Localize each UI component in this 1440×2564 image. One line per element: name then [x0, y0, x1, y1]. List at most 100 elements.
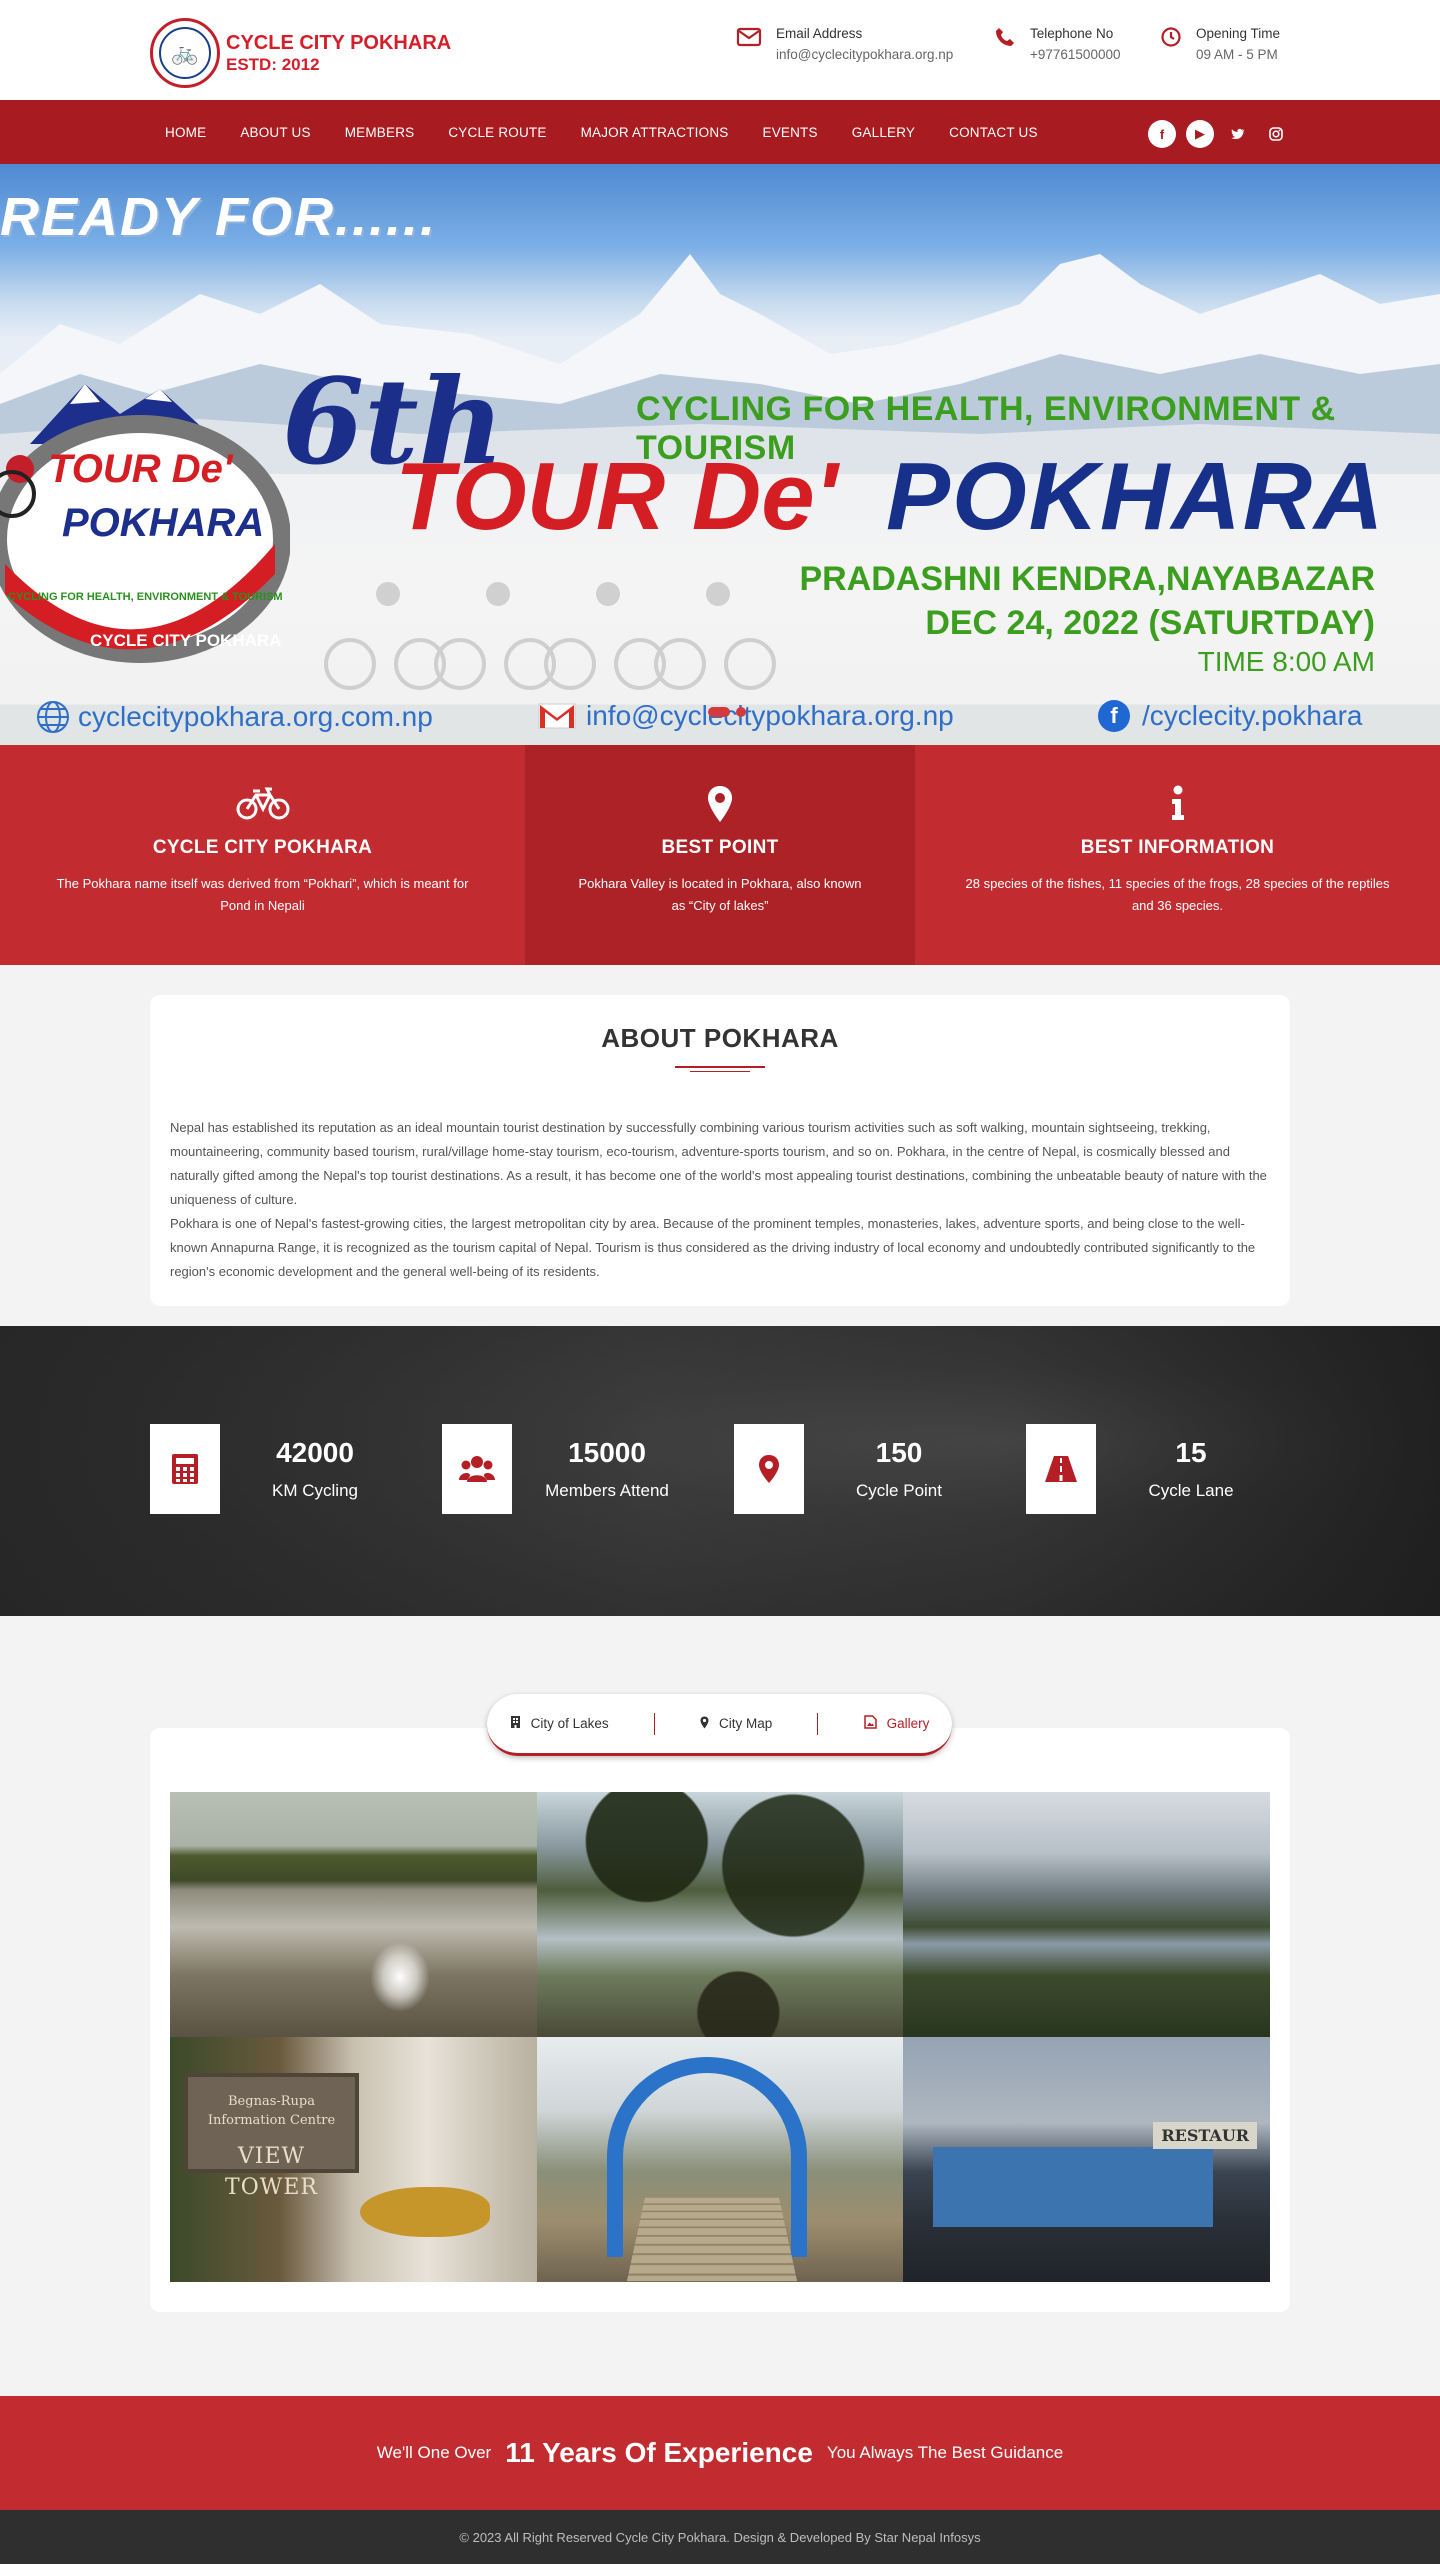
nav-home[interactable]: HOME	[148, 125, 223, 140]
nav-about-us[interactable]: ABOUT US	[223, 125, 327, 140]
gallery-grid: Begnas-Rupa Information Centre VIEW TOWE…	[170, 1792, 1270, 2283]
stat-item: 15000 Members Attend	[442, 1424, 702, 1515]
tab-gallery[interactable]: Gallery	[863, 1715, 930, 1732]
gallery-photo-restaurant[interactable]: RESTAUR	[903, 2037, 1270, 2283]
hero-venue: PRADASHNI KENDRA,NAYABAZAR	[799, 560, 1375, 598]
hero-date: DEC 24, 2022 (SATURTDAY)	[925, 604, 1375, 642]
feature-desc: Pokhara Valley is located in Pokhara, al…	[578, 876, 862, 914]
email-value[interactable]: info@cyclecitypokhara.org.np	[776, 47, 953, 62]
hero-ready-text: READY FOR......	[0, 187, 438, 247]
slider-dots	[708, 707, 746, 717]
stats-section: 42000 KM Cycling 15000 Members Attend 15…	[0, 1326, 1440, 1617]
top-header: 🚲 CYCLE CITY POKHARA ESTD: 2012 Email Ad…	[0, 0, 1440, 100]
sign-big-text: VIEW TOWER	[225, 2143, 318, 2200]
stat-label: Members Attend	[545, 1481, 669, 1501]
gallery-photo-river-valley[interactable]	[903, 1792, 1270, 2038]
tab-label: Gallery	[886, 1716, 930, 1732]
slider-dot-2[interactable]	[736, 707, 746, 717]
cyclists-silhouette	[324, 582, 776, 690]
hero-email-text: info@cyclecitypokhara.org.np	[586, 700, 954, 731]
about-heading: ABOUT POKHARA	[601, 1023, 839, 1053]
nav-gallery[interactable]: GALLERY	[835, 125, 932, 140]
phone-icon	[994, 26, 1016, 54]
social-links: f ▶	[1148, 120, 1290, 148]
tab-label: City of Lakes	[530, 1716, 609, 1732]
stat-label: Cycle Point	[856, 1481, 942, 1501]
gallery-photo-lake-trees[interactable]	[536, 1792, 904, 2038]
gallery-photo-lake[interactable]	[170, 1792, 537, 2038]
nav-cycle-route[interactable]: CYCLE ROUTE	[431, 125, 563, 140]
instagram-icon[interactable]	[1262, 120, 1290, 148]
twitter-icon[interactable]	[1224, 120, 1252, 148]
nav-major-attractions[interactable]: MAJOR ATTRACTIONS	[564, 125, 746, 140]
restaurant-sign: RESTAUR	[1153, 2122, 1258, 2150]
hours-title: Opening Time	[1196, 26, 1281, 41]
nav-events[interactable]: EVENTS	[745, 125, 834, 140]
fish-statue	[360, 2187, 490, 2238]
hero-title-blue: POKHARA	[886, 443, 1386, 550]
stairs	[626, 2198, 797, 2282]
hero-time: TIME 8:00 AM	[1197, 646, 1375, 677]
about-paragraph: Pokhara is one of Nepal's fastest-growin…	[170, 1216, 1256, 1280]
stat-label: KM Cycling	[272, 1481, 358, 1501]
hero-facebook-text: /cyclecity.pokhara	[1142, 700, 1363, 731]
emblem-ring-text: CYCLING FOR HEALTH, ENVIRONMENT & TOURIS…	[8, 591, 283, 603]
stat-item: 150 Cycle Point	[734, 1424, 994, 1515]
logo-text: CYCLE CITY POKHARA ESTD: 2012	[226, 32, 451, 75]
nav-menu: HOME ABOUT US MEMBERS CYCLE ROUTE MAJOR …	[148, 125, 1055, 140]
hero-slider[interactable]: READY FOR...... CYCLING FOR HEALTH, ENVI…	[0, 164, 1440, 745]
features-strip: CYCLE CITY POKHARA The Pokhara name itse…	[0, 745, 1440, 965]
tab-city-map[interactable]: City Map	[700, 1716, 772, 1732]
hero-facebook: f /cyclecity.pokhara	[1098, 700, 1362, 732]
facebook-icon[interactable]: f	[1148, 120, 1176, 148]
globe-icon	[37, 701, 69, 733]
gallery-tabs: City of Lakes City Map Gallery	[487, 1694, 952, 1757]
copyright-text: © 2023 All Right Reserved Cycle City Pok…	[459, 2529, 981, 2545]
bicycle-icon	[0, 785, 525, 825]
experience-banner: We'll One Over 11 Years Of Experience Yo…	[0, 2396, 1440, 2511]
email-title: Email Address	[776, 26, 863, 41]
stat-value: 15	[1175, 1437, 1207, 1469]
tab-divider	[817, 1712, 819, 1735]
emblem-bottom-text: CYCLE CITY POKHARA	[90, 631, 281, 650]
nav-members[interactable]: MEMBERS	[328, 125, 432, 140]
feature-title: BEST POINT	[661, 837, 779, 858]
info-icon	[915, 785, 1440, 825]
gallery-card: Begnas-Rupa Information Centre VIEW TOWE…	[150, 1728, 1290, 2313]
nav-contact-us[interactable]: CONTACT US	[932, 125, 1055, 140]
gallery-photo-gate-stairs[interactable]	[536, 2037, 904, 2283]
slider-dot-1[interactable]	[708, 707, 730, 717]
clock-icon	[1160, 26, 1182, 54]
feature-card: CYCLE CITY POKHARA The Pokhara name itse…	[0, 745, 525, 965]
logo-estd: ESTD: 2012	[226, 54, 320, 74]
stat-value: 42000	[276, 1437, 354, 1469]
phone-contact[interactable]: Telephone No +97761500000	[994, 26, 1120, 62]
logo-name: CYCLE CITY POKHARA	[226, 31, 452, 54]
bicycle-icon: 🚲	[159, 27, 211, 79]
logo-emblem: 🚲	[150, 18, 220, 88]
about-section: ABOUT POKHARA Nepal has established its …	[150, 995, 1290, 1307]
hours-contact: Opening Time 09 AM - 5 PM	[1160, 26, 1280, 62]
cta-suffix: You Always The Best Guidance	[826, 2443, 1064, 2463]
envelope-icon	[736, 26, 762, 54]
cta-prefix: We'll One Over	[376, 2443, 492, 2463]
tab-city-of-lakes[interactable]: City of Lakes	[510, 1715, 609, 1732]
feature-card: BEST INFORMATION 28 species of the fishe…	[915, 745, 1440, 965]
gallery-photo-view-tower[interactable]: Begnas-Rupa Information Centre VIEW TOWE…	[170, 2037, 537, 2283]
facebook-icon: f	[1098, 700, 1130, 732]
view-tower-sign: Begnas-Rupa Information Centre VIEW TOWE…	[184, 2073, 359, 2200]
site-logo[interactable]: 🚲 CYCLE CITY POKHARA ESTD: 2012	[150, 18, 451, 88]
stat-item: 15 Cycle Lane	[1026, 1424, 1286, 1515]
hero-website: cyclecitypokhara.org.com.np	[36, 700, 433, 734]
road-icon	[1026, 1424, 1096, 1515]
hero-title-red: TOUR De'	[395, 443, 838, 550]
about-paragraph: Nepal has established its reputation as …	[170, 1120, 1267, 1208]
emblem-pokhara-text: POKHARA	[62, 501, 264, 545]
phone-value[interactable]: +97761500000	[1030, 47, 1120, 62]
main-nav: HOME ABOUT US MEMBERS CYCLE ROUTE MAJOR …	[0, 100, 1440, 164]
youtube-icon[interactable]: ▶	[1186, 120, 1214, 148]
gmail-icon	[538, 703, 576, 729]
calculator-icon	[150, 1424, 220, 1515]
map-pin-icon	[700, 1716, 709, 1732]
email-contact[interactable]: Email Address info@cyclecitypokhara.org.…	[736, 26, 953, 62]
